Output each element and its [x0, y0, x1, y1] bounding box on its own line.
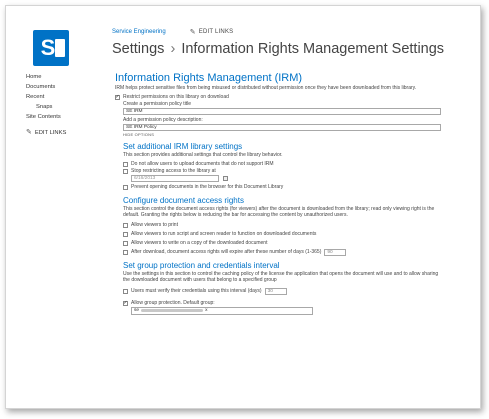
policy-title-label: Create a permission policy title — [123, 101, 192, 107]
title-page: Information Rights Management Settings — [181, 41, 445, 57]
top-bar: Service Engineering ✎ EDIT LINKS — [112, 28, 233, 36]
policy-block: Create a permission policy title SE IRM … — [123, 101, 445, 137]
restrict-label: Restrict permissions on this library on … — [123, 94, 229, 100]
access-opt1-checkbox[interactable] — [123, 222, 128, 228]
page-title: Settings › Information Rights Management… — [112, 41, 444, 57]
access-desc: This section control the document access… — [123, 205, 435, 219]
access-opt2-label: Allow viewers to run script and screen r… — [131, 230, 317, 237]
edit-links-label: EDIT LINKS — [198, 29, 234, 35]
site-link[interactable]: Service Engineering — [112, 29, 166, 35]
calendar-icon[interactable] — [223, 175, 228, 181]
edit-links-left-label: EDIT LINKS — [34, 130, 67, 136]
library-opt3-checkbox[interactable] — [123, 184, 128, 190]
edit-links-left[interactable]: ✎ EDIT LINKS — [26, 128, 66, 138]
library-desc: This section provides additional setting… — [123, 152, 283, 158]
screenshot-frame: S Service Engineering ✎ EDIT LINKS Setti… — [5, 5, 481, 409]
group-opt1-row: Users must verify their credentials usin… — [123, 287, 445, 295]
title-separator: › — [170, 41, 176, 57]
hide-options-link[interactable]: HIDE OPTIONS — [123, 132, 445, 137]
nav-item-snaps[interactable]: Snaps — [26, 102, 66, 112]
access-opt2-checkbox[interactable] — [123, 231, 128, 237]
library-opt2-row: Stop restricting access to the library a… — [123, 168, 445, 175]
access-opt1-label: Allow viewers to print — [131, 221, 178, 228]
library-section: Set additional IRM library settings This… — [123, 142, 445, 315]
group-desc: Use the settings in this section to cont… — [123, 270, 439, 284]
group-prefix: se — [134, 308, 140, 313]
date-row: 6/16/2013 — [131, 174, 445, 182]
library-opt1-checkbox[interactable] — [123, 161, 128, 167]
library-opt2-checkbox[interactable] — [123, 168, 128, 174]
logo-letter: S — [40, 35, 56, 60]
policy-desc-input[interactable]: SE IRM Policy — [123, 124, 441, 131]
access-heading: Configure document access rights — [123, 195, 244, 205]
library-heading: Set additional IRM library settings — [123, 142, 243, 151]
access-opt4-label: After download, document access rights w… — [131, 248, 322, 255]
edit-links-top[interactable]: ✎ EDIT LINKS — [190, 28, 234, 36]
access-opt3-row: Allow viewers to write on a copy of the … — [123, 240, 445, 247]
access-opt4-checkbox[interactable] — [123, 250, 128, 255]
title-settings-link[interactable]: Settings — [112, 41, 164, 57]
policy-title-input[interactable]: SE IRM — [123, 108, 441, 115]
group-opt2-label: Allow group protection. Default group: — [131, 299, 215, 306]
access-opt4-row: After download, document access rights w… — [123, 248, 445, 256]
group-suffix: x — [205, 308, 208, 313]
pencil-icon: ✎ — [189, 29, 196, 36]
library-opt2-label: Stop restricting access to the library a… — [131, 167, 216, 174]
blurred-group-name — [141, 309, 204, 312]
interval-input[interactable]: 30 — [264, 287, 287, 295]
group-opt2-checkbox[interactable]: ✓ — [123, 300, 128, 306]
date-input[interactable]: 6/16/2013 — [131, 174, 219, 182]
library-opt3-row: Prevent opening documents in the browser… — [123, 184, 445, 191]
nav-item-site-contents[interactable]: Site Contents — [26, 112, 66, 122]
group-heading: Set group protection and credentials int… — [123, 260, 280, 270]
logo-corner — [55, 39, 65, 57]
policy-desc-label: Add a permission policy description: — [123, 117, 203, 123]
days-input[interactable]: 90 — [324, 248, 347, 256]
access-opt3-label: Allow viewers to write on a copy of the … — [131, 239, 268, 246]
sharepoint-logo[interactable]: S — [33, 30, 69, 66]
library-opt1-label: Do not allow users to upload documents t… — [131, 160, 274, 167]
main-content: Information Rights Management (IRM) IRM … — [115, 72, 445, 315]
access-opt2-row: Allow viewers to run script and screen r… — [123, 231, 445, 238]
group-opt1-checkbox[interactable] — [123, 289, 128, 294]
library-opt1-row: Do not allow users to upload documents t… — [123, 161, 445, 168]
left-nav: Home Documents Recent Snaps Site Content… — [26, 72, 66, 138]
group-opt1-label: Users must verify their credentials usin… — [131, 287, 262, 294]
nav-item-recent[interactable]: Recent — [26, 92, 66, 102]
nav-item-home[interactable]: Home — [26, 72, 66, 82]
access-opt3-checkbox[interactable] — [123, 240, 128, 246]
irm-heading: Information Rights Management (IRM) — [115, 72, 303, 84]
library-opt3-label: Prevent opening documents in the browser… — [131, 183, 284, 190]
access-opt1-row: Allow viewers to print — [123, 222, 445, 229]
pencil-icon: ✎ — [26, 129, 32, 136]
nav-item-documents[interactable]: Documents — [26, 82, 66, 92]
restrict-checkbox[interactable]: ✓ — [115, 95, 120, 100]
restrict-row: ✓ Restrict permissions on this library o… — [115, 94, 445, 101]
default-group-input[interactable]: se x — [131, 306, 313, 315]
group-opt2-row: ✓ Allow group protection. Default group: — [123, 300, 445, 307]
irm-intro: IRM helps protect sensitive files from b… — [115, 85, 417, 91]
